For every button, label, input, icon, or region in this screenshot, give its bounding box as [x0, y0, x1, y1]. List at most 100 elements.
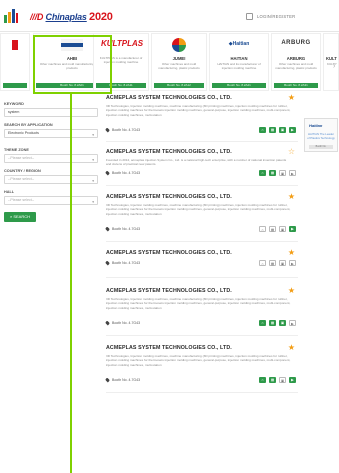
product-icon[interactable]: ▦ [269, 226, 276, 232]
exhibitor-desc: Other machines and mold manufacturing, p… [275, 62, 317, 70]
home-icon[interactable]: ⌂ [259, 377, 266, 383]
brand-logo[interactable]: ///D Chinaplas 2020 [30, 11, 113, 23]
action-icons: ⌂ ▦ ▣ ▶ [259, 170, 296, 176]
exhibitor-booth[interactable]: Booth No. 8.2A12 [154, 83, 204, 88]
company-title[interactable]: ACMEPLAS SYSTEM TECHNOLOGIES CO., LTD. [106, 250, 232, 256]
exhibitor-booth[interactable]: Booth No. 8.2A31 [274, 83, 318, 88]
video-icon[interactable]: ▶ [289, 170, 296, 176]
exhibitor-card[interactable]: ◆Haitian HAITIAN HAITIAN and its manufac… [209, 33, 269, 91]
company-title[interactable]: ACMEPLAS SYSTEM TECHNOLOGIES CO., LTD. [106, 95, 232, 101]
card-icon[interactable]: ▣ [279, 127, 286, 133]
divider [106, 392, 298, 393]
company-desc: Founded in 2012, acmeplas injection Syst… [106, 158, 287, 167]
company-title[interactable]: ACMEPLAS SYSTEM TECHNOLOGIES CO., LTD. [106, 194, 232, 200]
chevron-right-icon[interactable]: › [333, 63, 335, 70]
exhibitor-name: KULT [326, 56, 337, 61]
search-button[interactable]: ⌕ SEARCH [4, 212, 36, 222]
theme-zone-select[interactable]: --Please select-- ▾ [4, 154, 98, 163]
exhibitor-name: ARBURG [286, 56, 306, 61]
home-icon[interactable]: ⌂ [259, 260, 266, 266]
exhibitor-card[interactable]: KULT KULTP [323, 33, 339, 91]
action-icons: ⌂ ▦ ▣ ▶ [259, 127, 296, 133]
divider [106, 277, 298, 278]
booth-number: Booth No. 4.7G43 [112, 378, 141, 382]
action-icons: ⌂ ▦ ▣ ▶ [259, 226, 296, 232]
location-pin-icon [105, 320, 110, 326]
home-icon[interactable]: ⌂ [259, 320, 266, 326]
site-logo-icon[interactable] [4, 9, 18, 23]
company-desc: 3D Technologies, Injection molding machi… [106, 354, 291, 367]
ad-button[interactable]: Booth No. [309, 145, 333, 149]
theme-zone-value: --Please select-- [8, 156, 35, 160]
exhibitor-booth[interactable] [3, 83, 27, 88]
login-register-link[interactable]: LOGIN/REGISTER [246, 13, 295, 20]
home-icon[interactable]: ⌂ [259, 127, 266, 133]
star-outline-icon[interactable]: ☆ [288, 147, 295, 156]
chevron-down-icon: ▾ [92, 200, 94, 204]
star-filled-icon[interactable]: ★ [288, 343, 295, 352]
ad-logo: Haitian [309, 123, 323, 128]
brand-year: 2020 [89, 11, 113, 23]
star-filled-icon[interactable]: ★ [288, 93, 295, 102]
highlight-line [70, 94, 72, 473]
booth-info: Booth No. 4.7G43 [105, 170, 141, 176]
country-select[interactable]: --Please select-- ▾ [4, 175, 98, 184]
booth-info: Booth No. 4.7G43 [105, 377, 141, 383]
login-label: LOGIN/REGISTER [257, 14, 296, 19]
booth-number: Booth No. 4.7G43 [112, 321, 141, 325]
video-icon[interactable]: ▶ [289, 320, 296, 326]
location-pin-icon [105, 260, 110, 266]
company-title[interactable]: ACMEPLAS SYSTEM TECHNOLOGIES CO., LTD. [106, 288, 232, 294]
application-label: SEARCH BY APPLICATION [4, 123, 53, 127]
product-icon[interactable]: ▦ [269, 127, 276, 133]
company-desc: 3D Technologies, Injection molding machi… [106, 297, 291, 310]
video-icon[interactable]: ▶ [289, 127, 296, 133]
product-icon[interactable]: ▦ [269, 170, 276, 176]
booth-number: Booth No. 4.7G43 [112, 227, 141, 231]
video-icon[interactable]: ▶ [289, 260, 296, 266]
action-icons: ⌂ ▦ ▣ ▶ [259, 377, 296, 383]
product-icon[interactable]: ▦ [269, 260, 276, 266]
hall-value: --Please select-- [8, 198, 35, 202]
booth-number: Booth No. 4.7G43 [112, 171, 141, 175]
chevron-down-icon: ▾ [92, 179, 94, 183]
application-value: Electronic Products [8, 131, 39, 135]
action-icons: ⌂ ▦ ▣ ▶ [259, 320, 296, 326]
application-select[interactable]: Electronic Products ▾ [4, 129, 98, 138]
card-icon[interactable]: ▣ [279, 320, 286, 326]
location-pin-icon [105, 377, 110, 383]
location-pin-icon [105, 226, 110, 232]
star-filled-icon[interactable]: ★ [288, 192, 295, 201]
booth-info: Booth No. 4.7G43 [105, 127, 140, 133]
video-icon[interactable]: ▶ [289, 226, 296, 232]
home-icon[interactable]: ⌂ [259, 170, 266, 176]
keyword-input[interactable]: system [4, 108, 98, 117]
filter-sidebar: KEYWORD system SEARCH BY APPLICATION Ele… [4, 96, 100, 222]
company-title[interactable]: ACMEPLAS SYSTEM TECHNOLOGIES CO., LTD. [106, 345, 232, 351]
star-filled-icon[interactable]: ★ [288, 248, 295, 257]
company-title[interactable]: ACMEPLAS SYSTEM TECHNOLOGIES CO., LTD. [106, 149, 232, 155]
star-filled-icon[interactable]: ★ [288, 286, 295, 295]
user-icon [246, 13, 253, 20]
home-icon[interactable]: ⌂ [259, 226, 266, 232]
card-icon[interactable]: ▣ [279, 260, 286, 266]
highlight-box [33, 35, 112, 94]
card-icon[interactable]: ▣ [279, 226, 286, 232]
sponsor-ad[interactable]: Haitian HAITIAN The Leader of Plastics T… [304, 118, 338, 152]
product-icon[interactable]: ▦ [269, 320, 276, 326]
card-icon[interactable]: ▣ [279, 377, 286, 383]
product-icon[interactable]: ▦ [269, 377, 276, 383]
card-icon[interactable]: ▣ [279, 170, 286, 176]
ad-text: HAITIAN The Leader of Plastics Technolog… [307, 132, 335, 140]
hall-select[interactable]: --Please select-- ▾ [4, 196, 98, 205]
location-pin-icon [105, 127, 110, 133]
exhibitor-card[interactable]: JUMEI Other machines and mold manufactur… [151, 33, 207, 91]
divider [106, 335, 298, 336]
exhibitor-logo [152, 38, 206, 52]
exhibitor-card[interactable] [0, 33, 30, 91]
keyword-label: KEYWORD [4, 102, 24, 106]
booth-info: Booth No. 4.7G43 [105, 320, 141, 326]
exhibitor-booth[interactable]: Booth No. 8.2A21 [212, 83, 266, 88]
video-icon[interactable]: ▶ [289, 377, 296, 383]
exhibitor-card[interactable]: ARBURG ARBURG Other machines and mold ma… [271, 33, 321, 91]
